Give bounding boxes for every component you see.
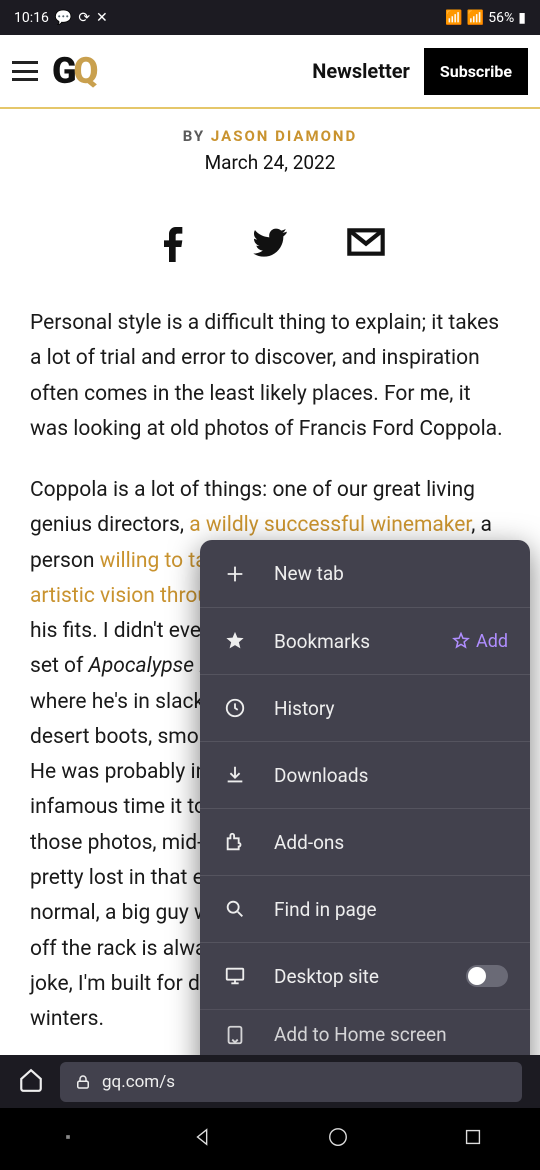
- article-link[interactable]: a wildly successful winemaker: [189, 513, 471, 537]
- menu-downloads[interactable]: Downloads: [200, 741, 530, 808]
- download-icon: [222, 764, 248, 786]
- sync-icon: ⟳: [78, 10, 90, 26]
- lock-icon: [74, 1073, 92, 1091]
- twitter-icon[interactable]: [250, 222, 290, 266]
- nav-home[interactable]: [327, 1126, 349, 1152]
- email-icon[interactable]: [346, 222, 386, 266]
- chat-icon: 💬: [55, 10, 72, 26]
- puzzle-icon: [222, 831, 248, 853]
- battery-icon: ▮: [518, 10, 526, 26]
- search-icon: [222, 898, 248, 920]
- subscribe-button[interactable]: Subscribe: [424, 48, 528, 95]
- add-bookmark-button[interactable]: Add: [452, 631, 508, 652]
- menu-history[interactable]: History: [200, 674, 530, 741]
- plus-icon: [222, 563, 248, 585]
- url-field[interactable]: gq.com/s: [60, 1062, 522, 1102]
- wifi-icon: 📶: [445, 10, 462, 26]
- newsletter-link[interactable]: Newsletter: [312, 59, 410, 83]
- status-time: 10:16: [14, 10, 49, 26]
- gq-logo[interactable]: GQ: [52, 50, 95, 92]
- facebook-icon[interactable]: [154, 222, 194, 266]
- battery-percent: 56%: [488, 10, 514, 26]
- menu-icon[interactable]: [12, 61, 38, 81]
- nav-recent-small[interactable]: [57, 1126, 79, 1152]
- menu-find[interactable]: Find in page: [200, 875, 530, 942]
- byline-author[interactable]: JASON DIAMOND: [211, 127, 357, 145]
- star-icon: [222, 630, 248, 652]
- signal-icon: 📶: [467, 10, 484, 26]
- article-paragraph: Personal style is a difficult thing to e…: [30, 306, 510, 447]
- menu-add-homescreen[interactable]: Add to Home screen: [200, 1009, 530, 1059]
- article-date: March 24, 2022: [0, 151, 540, 202]
- menu-bookmarks[interactable]: Bookmarks Add: [200, 607, 530, 674]
- byline-by: BY: [183, 127, 211, 145]
- menu-new-tab[interactable]: New tab: [200, 540, 530, 607]
- monitor-icon: [222, 965, 248, 987]
- missed-call-icon: ✕: [96, 10, 108, 26]
- clock-icon: [222, 697, 248, 719]
- nav-back[interactable]: [192, 1126, 214, 1152]
- desktop-site-toggle[interactable]: [466, 965, 508, 987]
- menu-desktop-site[interactable]: Desktop site: [200, 942, 530, 1009]
- browser-menu: New tab Bookmarks Add History Downloads …: [200, 540, 530, 1124]
- menu-addons[interactable]: Add-ons: [200, 808, 530, 875]
- homescreen-icon: [222, 1024, 248, 1046]
- nav-recent[interactable]: [462, 1126, 484, 1152]
- home-icon[interactable]: [18, 1067, 44, 1097]
